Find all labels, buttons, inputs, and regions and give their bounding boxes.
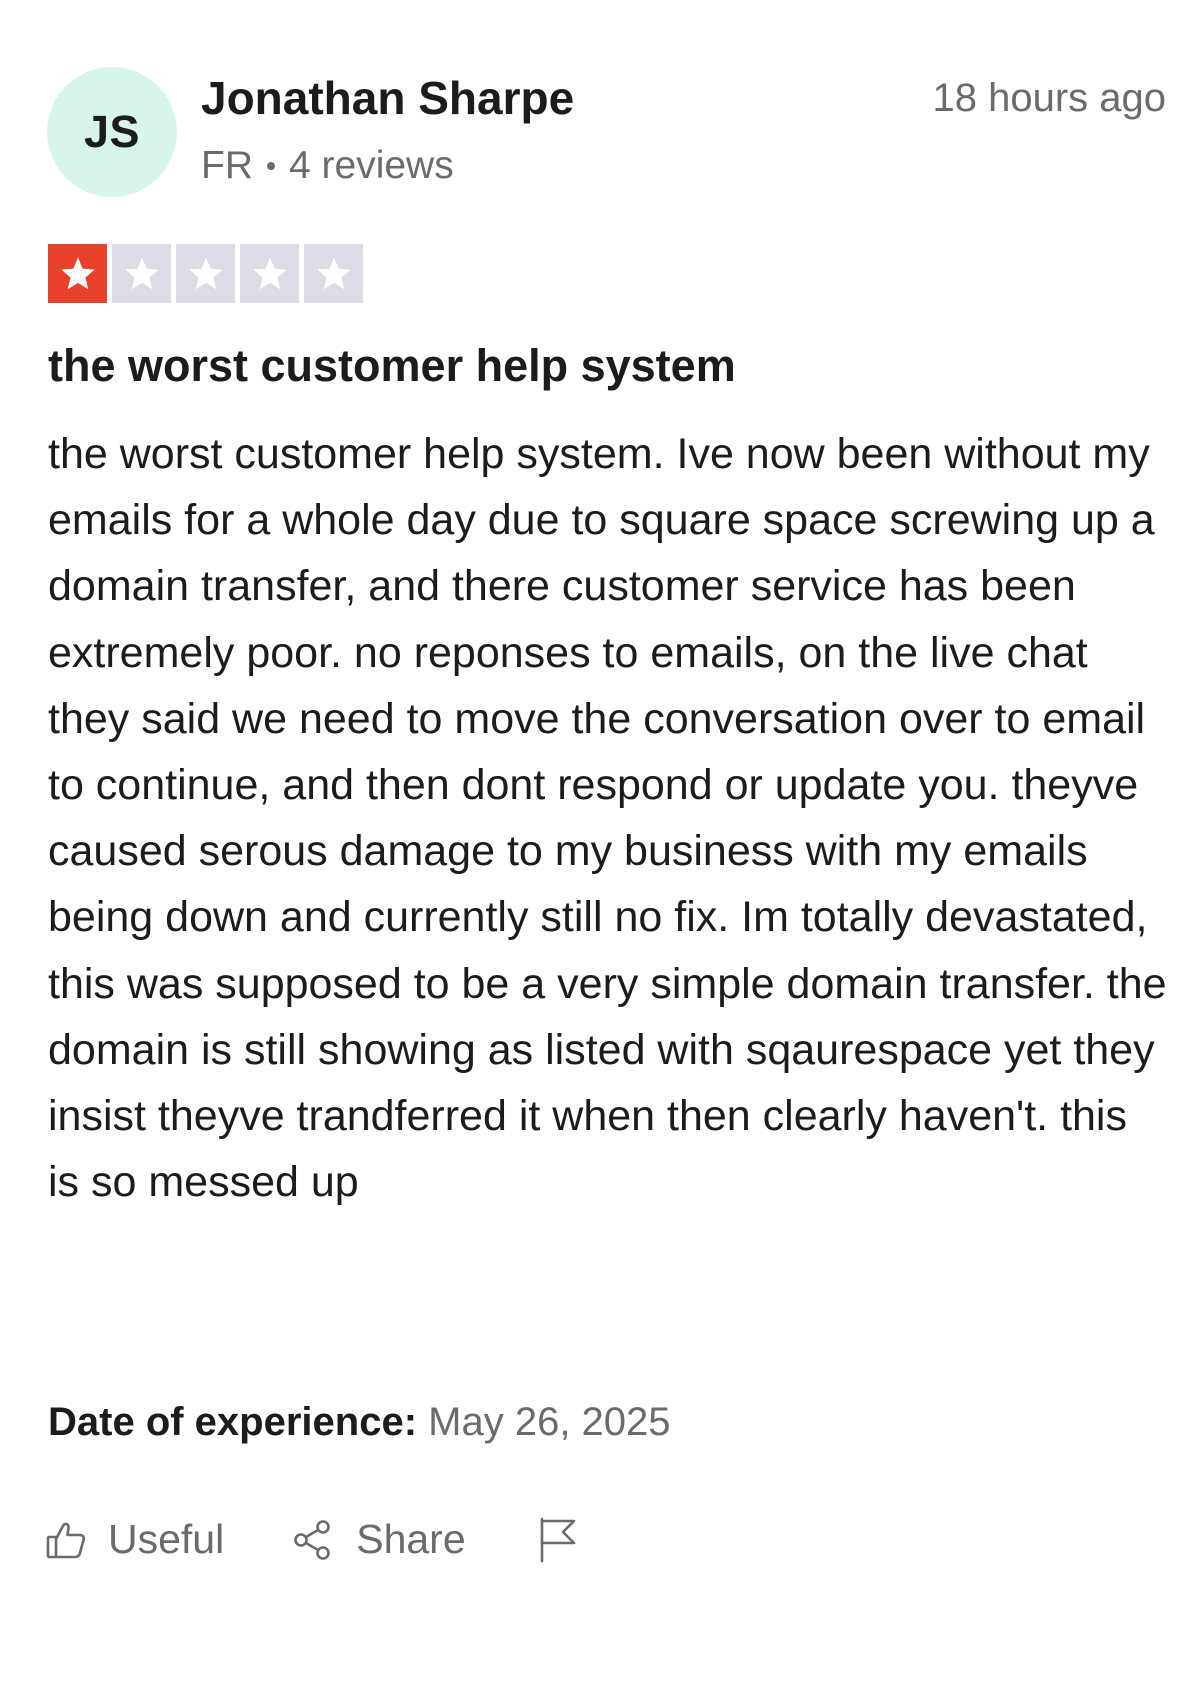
reviewer-review-count: 4 reviews [289, 144, 454, 187]
useful-label: Useful [108, 1516, 225, 1562]
avatar[interactable]: JS [47, 67, 177, 197]
star-icon [124, 256, 159, 289]
review-timestamp: 18 hours ago [932, 76, 1166, 120]
star-icon [60, 256, 95, 289]
reviewer-name[interactable]: Jonathan Sharpe [201, 70, 574, 126]
star-empty [304, 244, 363, 303]
review-title: the worst customer help system [48, 340, 736, 391]
share-label: Share [356, 1516, 466, 1562]
separator-dot [267, 162, 275, 170]
report-button[interactable] [538, 1517, 578, 1563]
reviewer-country: FR [201, 144, 253, 187]
thumbs-up-icon [46, 1520, 86, 1560]
share-button[interactable]: Share [292, 1516, 466, 1563]
star-icon [188, 256, 223, 289]
date-of-experience-value: May 26, 2025 [428, 1400, 671, 1444]
useful-button[interactable]: Useful [46, 1516, 224, 1563]
avatar-initials: JS [83, 106, 141, 157]
date-of-experience: Date of experience: May 26, 2025 [48, 1394, 671, 1450]
review-actions: Useful Share [46, 1516, 578, 1563]
flag-icon [538, 1517, 578, 1563]
date-of-experience-label: Date of experience: [48, 1400, 418, 1444]
star-filled [48, 244, 107, 303]
star-icon [316, 256, 351, 289]
share-icon [292, 1519, 334, 1561]
star-rating [48, 244, 363, 303]
review-card: JS Jonathan Sharpe FR 4 reviews 18 hours… [0, 0, 1200, 1683]
star-empty [176, 244, 235, 303]
star-empty [112, 244, 171, 303]
reviewer-meta: FR 4 reviews [201, 141, 454, 191]
star-empty [240, 244, 299, 303]
review-body: the worst customer help system. Ive now … [48, 430, 1167, 1207]
star-icon [252, 256, 287, 289]
